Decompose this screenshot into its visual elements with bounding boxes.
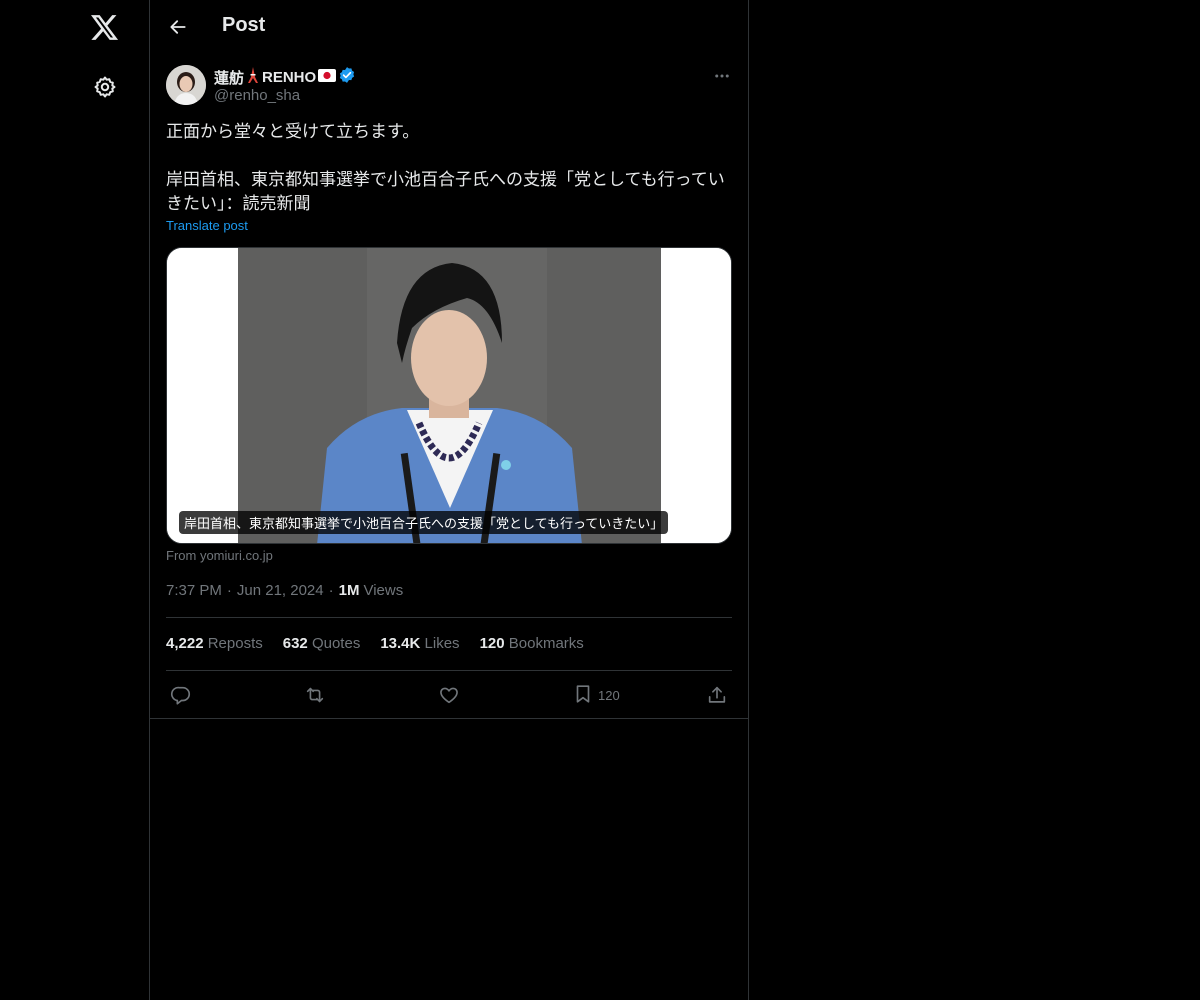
avatar[interactable] xyxy=(166,65,206,105)
divider xyxy=(166,670,732,671)
meta-separator: · xyxy=(226,582,232,599)
post-stats: 4,222 Reposts 632 Quotes 13.4K Likes 120… xyxy=(166,635,584,652)
author-name-part2: RENHO xyxy=(262,68,317,86)
card-caption: 岸田首相、東京都知事選挙で小池百合子氏への支援「党としても行っていきたい」 xyxy=(179,511,669,534)
repost-icon[interactable] xyxy=(304,683,326,707)
divider xyxy=(150,718,748,719)
action-bar: 120 xyxy=(166,683,732,707)
quotes-stat[interactable]: 632 Quotes xyxy=(283,635,361,652)
card-image xyxy=(167,248,731,543)
page-title: Post xyxy=(222,14,266,36)
tokyo-tower-icon xyxy=(246,67,260,87)
views-label: Views xyxy=(363,582,404,599)
like-icon[interactable] xyxy=(438,683,460,707)
japan-flag-icon xyxy=(318,68,337,86)
post-text: 正面から堂々と受けて立ちます。 岸田首相、東京都知事選挙で小池百合子氏への支援「… xyxy=(166,122,725,213)
views-count: 1M xyxy=(338,582,360,599)
settings-gear-icon[interactable] xyxy=(89,71,121,103)
post-detail-column: Post 蓮舫 RENHO @renho_sha 正面から堂々と受けて立ちます。… xyxy=(150,0,749,1000)
author-name[interactable]: 蓮舫 RENHO xyxy=(214,66,356,88)
bookmark-icon xyxy=(572,683,594,708)
left-nav xyxy=(0,0,150,1000)
post-header: Post xyxy=(150,0,748,54)
bookmark-count: 120 xyxy=(598,687,620,703)
card-source[interactable]: From yomiuri.co.jp xyxy=(166,548,273,563)
reposts-stat[interactable]: 4,222 Reposts xyxy=(166,635,263,652)
post-time[interactable]: 7:37 PM xyxy=(166,582,222,599)
author-name-part1: 蓮舫 xyxy=(214,69,245,87)
x-logo-icon[interactable] xyxy=(89,12,121,44)
translate-post-link[interactable]: Translate post xyxy=(166,218,248,233)
bookmarks-stat[interactable]: 120 Bookmarks xyxy=(480,635,584,652)
divider xyxy=(166,617,732,618)
share-icon[interactable] xyxy=(706,683,728,707)
more-icon[interactable] xyxy=(710,64,734,88)
post-meta: 7:37 PM · Jun 21, 2024 · 1M Views xyxy=(166,582,403,599)
likes-stat[interactable]: 13.4K Likes xyxy=(380,635,459,652)
back-arrow-icon[interactable] xyxy=(162,11,194,43)
author-handle[interactable]: @renho_sha xyxy=(214,87,300,104)
link-card[interactable]: 岸田首相、東京都知事選挙で小池百合子氏への支援「党としても行っていきたい」 xyxy=(166,247,732,544)
reply-icon[interactable] xyxy=(170,683,192,707)
bookmark-button[interactable]: 120 xyxy=(572,683,620,707)
verified-badge-icon[interactable] xyxy=(338,66,356,88)
post-date[interactable]: Jun 21, 2024 xyxy=(237,582,324,599)
meta-separator: · xyxy=(328,582,334,599)
